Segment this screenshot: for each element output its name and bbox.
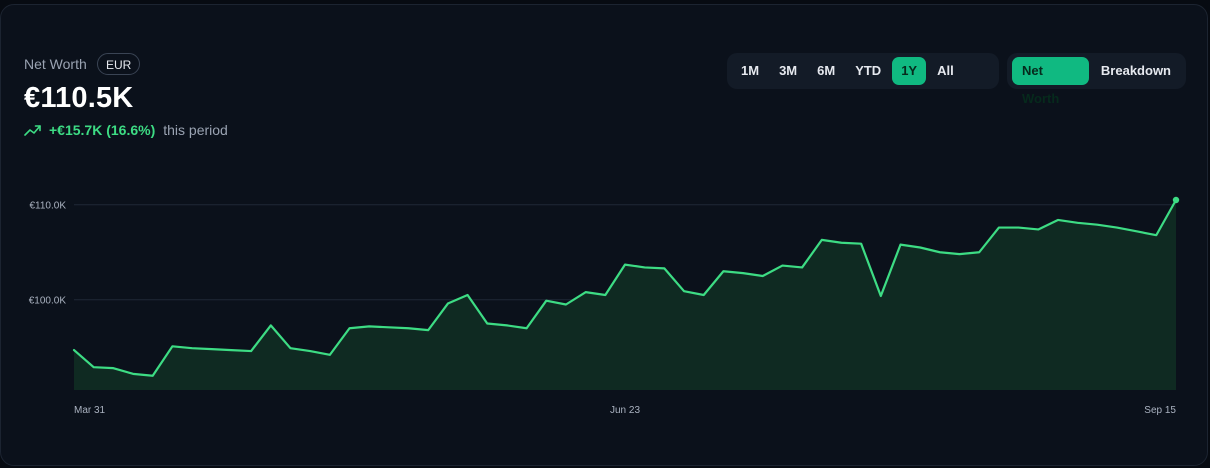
y-tick-label-1: €110.0K: [29, 200, 66, 211]
data-point-41: [879, 294, 883, 298]
data-point-27: [603, 293, 607, 297]
data-point-2: [111, 366, 115, 370]
data-point-24: [544, 299, 548, 303]
data-point-34: [741, 271, 745, 275]
data-point-1: [92, 365, 96, 369]
data-point-31: [682, 289, 686, 293]
data-point-9: [249, 349, 253, 353]
data-point-10: [269, 323, 273, 327]
data-point-38: [820, 238, 824, 242]
data-point-8: [229, 348, 233, 352]
data-point-32: [702, 293, 706, 297]
data-point-33: [721, 269, 725, 273]
data-point-53: [1115, 226, 1119, 230]
data-point-50: [1056, 218, 1060, 222]
data-point-14: [348, 326, 352, 330]
data-point-46: [977, 250, 981, 254]
data-point-26: [584, 290, 588, 294]
data-point-43: [918, 246, 922, 250]
data-point-20: [466, 293, 470, 297]
data-point-28: [623, 263, 627, 267]
data-point-23: [525, 326, 529, 330]
data-point-25: [564, 303, 568, 307]
x-tick-label-0: Mar 31: [74, 405, 106, 416]
data-point-4: [151, 374, 155, 378]
data-point-17: [407, 326, 411, 330]
data-point-45: [958, 252, 962, 256]
net-worth-chart: €100.0K €110.0K Mar 31 Jun 23 Sep 15: [29, 196, 1180, 416]
data-point-3: [131, 372, 135, 376]
data-point-29: [643, 265, 647, 269]
data-point-5: [170, 344, 174, 348]
data-point-21: [485, 322, 489, 326]
x-tick-label-2: Sep 15: [1144, 405, 1176, 416]
x-tick-label-1: Jun 23: [610, 405, 640, 416]
data-point-44: [938, 250, 942, 254]
data-point-16: [387, 325, 391, 329]
data-point-6: [190, 346, 194, 350]
y-tick-label-0: €100.0K: [29, 295, 67, 306]
data-point-49: [1036, 227, 1040, 231]
data-point-19: [446, 302, 450, 306]
data-point-51: [1076, 221, 1080, 225]
data-point-48: [1017, 226, 1021, 230]
data-point-42: [899, 243, 903, 247]
data-point-0: [72, 348, 76, 352]
data-point-13: [328, 353, 332, 357]
data-point-11: [288, 346, 292, 350]
latest-point-marker: [1172, 196, 1180, 204]
data-point-52: [1095, 223, 1099, 227]
data-point-22: [505, 323, 509, 327]
data-point-40: [859, 242, 863, 246]
data-point-36: [780, 264, 784, 268]
data-point-35: [761, 274, 765, 278]
data-point-7: [210, 347, 214, 351]
data-point-54: [1135, 229, 1139, 233]
data-point-30: [662, 266, 666, 270]
data-point-39: [839, 241, 843, 245]
data-point-18: [426, 328, 430, 332]
data-point-37: [800, 265, 804, 269]
data-point-55: [1154, 233, 1158, 237]
data-point-47: [997, 226, 1001, 230]
data-point-12: [308, 349, 312, 353]
data-point-15: [367, 324, 371, 328]
